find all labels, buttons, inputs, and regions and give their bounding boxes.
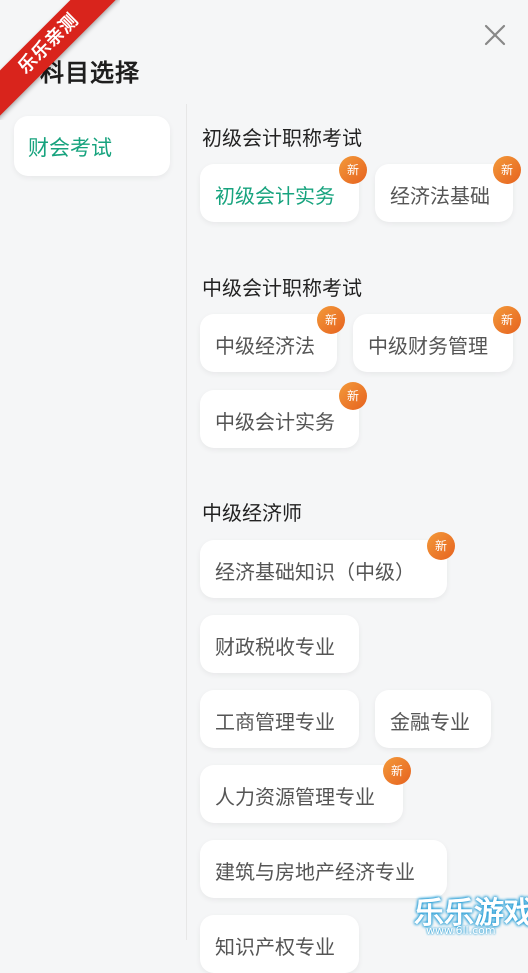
subject-chip[interactable]: 中级经济法 新 [200,306,345,372]
subject-chip[interactable]: 人力资源管理专业 新 [200,757,411,823]
close-icon[interactable] [480,20,510,50]
subject-chip[interactable]: 中级财务管理 新 [353,306,521,372]
ribbon-label: 乐乐亲测 [0,0,120,120]
new-badge: 新 [427,532,455,560]
corner-ribbon: 乐乐亲测 [0,0,120,120]
subject-label: 经济基础知识（中级） [215,560,415,584]
watermark-logo: 乐乐游戏 www.6ll.com [414,888,528,940]
section-title: 初级会计职称考试 [202,126,362,150]
subject-chip[interactable]: 初级会计实务 新 [200,156,367,222]
new-badge: 新 [317,306,345,334]
subject-chip[interactable]: 工商管理专业 [200,690,359,748]
new-badge: 新 [339,382,367,410]
new-badge: 新 [339,156,367,184]
subject-list: 初级会计职称考试 初级会计实务 新 经济法基础 新 中级会计职称考试 中级经济法… [186,104,528,973]
subject-label: 知识产权专业 [215,935,335,959]
subject-label: 中级经济法 [215,334,315,358]
subject-chip[interactable]: 财政税收专业 [200,615,359,673]
subject-chip[interactable]: 经济基础知识（中级） 新 [200,532,455,598]
subject-chip[interactable]: 知识产权专业 [200,915,359,973]
category-sidebar: 财会考试 [0,104,187,940]
subject-chip[interactable]: 经济法基础 新 [375,156,521,222]
subject-chip[interactable]: 建筑与房地产经济专业 [200,840,447,898]
subject-label: 经济法基础 [390,184,490,208]
subject-label: 工商管理专业 [215,710,335,734]
subject-label: 初级会计实务 [215,184,335,208]
new-badge: 新 [383,757,411,785]
subject-label: 财政税收专业 [215,635,335,659]
sidebar-item-accounting-exams[interactable]: 财会考试 [14,116,170,176]
sidebar-item-label: 财会考试 [28,136,112,160]
section-title: 中级会计职称考试 [202,276,362,300]
subject-label: 中级会计实务 [215,410,335,434]
subject-label: 人力资源管理专业 [215,785,375,809]
subject-chip[interactable]: 金融专业 [375,690,491,748]
new-badge: 新 [493,306,521,334]
new-badge: 新 [493,156,521,184]
watermark-url: www.6ll.com [426,924,496,937]
subject-label: 中级财务管理 [368,334,488,358]
subject-label: 建筑与房地产经济专业 [215,860,415,884]
subject-label: 金融专业 [390,710,470,734]
subject-chip[interactable]: 中级会计实务 新 [200,382,367,448]
section-title: 中级经济师 [202,501,302,525]
